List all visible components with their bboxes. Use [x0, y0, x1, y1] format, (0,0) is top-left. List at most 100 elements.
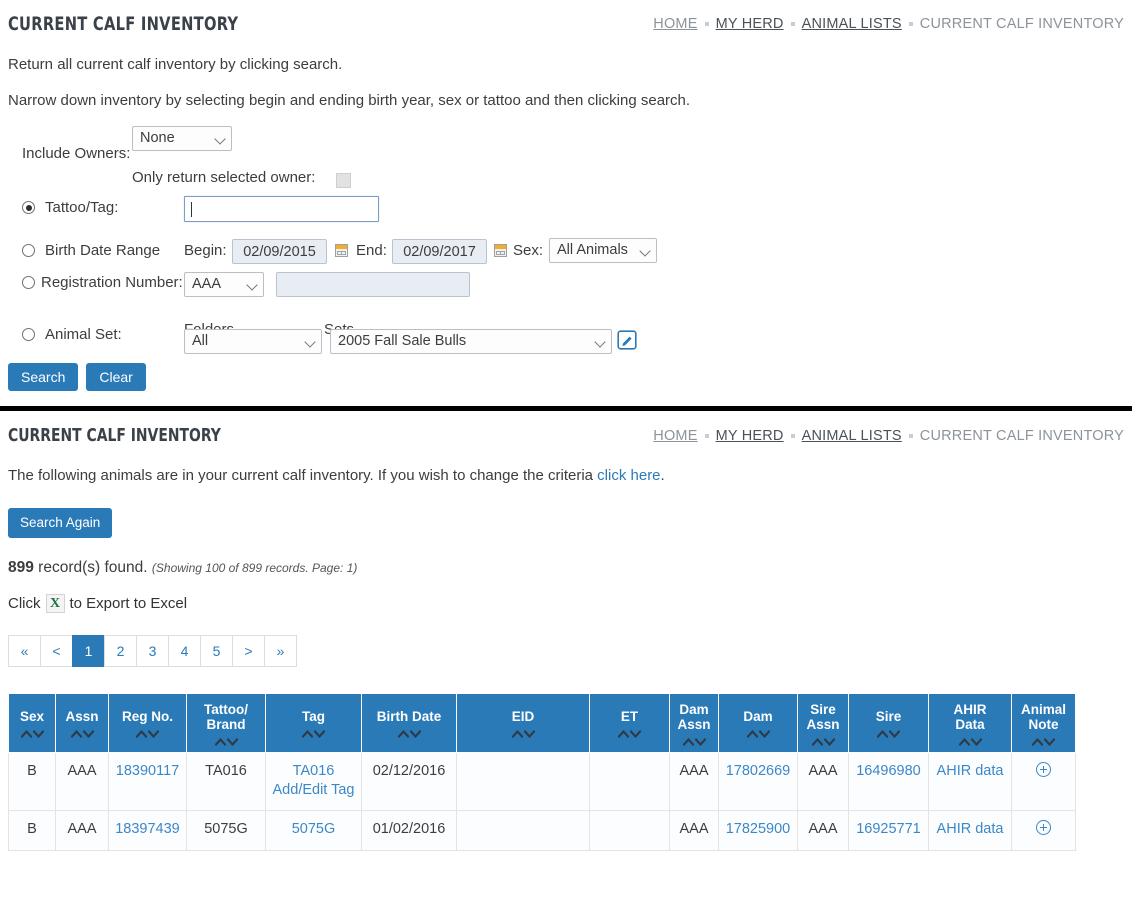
breadcrumb-item-animal-lists[interactable]: ANIMAL LISTS	[802, 428, 902, 444]
column-header-ahir-data[interactable]: AHIR Data	[928, 692, 1012, 753]
sort-arrows-icon[interactable]	[365, 729, 453, 738]
registration-assn-select-wrap: AAA	[184, 272, 264, 297]
cell-sire-assn: AAA	[797, 809, 849, 852]
results-breadcrumb: HOME MY HERD ANIMAL LISTS CURRENT CALF I…	[653, 425, 1124, 444]
tattoo-tag-input[interactable]	[184, 196, 379, 222]
sort-arrows-icon[interactable]	[269, 729, 358, 738]
pagination-page-1[interactable]: 1	[72, 634, 105, 667]
animal-set-radio[interactable]	[22, 328, 35, 341]
text-cursor	[191, 202, 192, 217]
pagination-page-5[interactable]: 5	[200, 634, 233, 667]
registration-number-input[interactable]	[276, 272, 470, 297]
breadcrumb-item-current: CURRENT CALF INVENTORY	[919, 16, 1124, 32]
ahir-data-link[interactable]: AHIR data	[935, 762, 1005, 782]
column-header-birth-date[interactable]: Birth Date	[361, 692, 457, 753]
breadcrumb-separator-icon	[790, 22, 795, 26]
column-label: Sex	[19, 709, 45, 725]
breadcrumb-item-my-herd[interactable]: MY HERD	[716, 428, 784, 444]
change-criteria-link[interactable]: click here	[597, 467, 660, 484]
column-label: ET	[620, 709, 639, 725]
registration-assn-select[interactable]: AAA	[184, 272, 264, 297]
include-owners-select[interactable]: None	[132, 126, 232, 151]
sort-arrows-icon[interactable]	[460, 729, 586, 738]
tag-link[interactable]: 5075G	[272, 820, 355, 840]
add-edit-tag-link[interactable]: Add/Edit Tag	[272, 781, 355, 801]
excel-export-icon[interactable]: X	[45, 593, 65, 613]
sire-link[interactable]: 16496980	[855, 762, 922, 782]
sort-arrows-icon[interactable]	[801, 737, 845, 746]
column-header-dam[interactable]: Dam	[718, 692, 798, 753]
breadcrumb-item-my-herd[interactable]: MY HERD	[716, 16, 784, 32]
pagination-next[interactable]: >	[232, 634, 265, 667]
search-again-button[interactable]: Search Again	[8, 508, 113, 538]
column-header-dam-assn[interactable]: Dam Assn	[669, 692, 719, 753]
sort-arrows-icon[interactable]	[59, 729, 105, 738]
dam-link[interactable]: 17825900	[725, 820, 791, 840]
sets-select[interactable]: 2005 Fall Sale Bulls	[330, 329, 612, 354]
column-header-sex[interactable]: Sex	[8, 692, 56, 753]
sort-arrows-icon[interactable]	[673, 737, 715, 746]
sort-arrows-icon[interactable]	[112, 729, 183, 738]
column-label: Dam	[743, 709, 773, 725]
birth-date-range-radio[interactable]	[22, 244, 35, 257]
column-header-et[interactable]: ET	[589, 692, 670, 753]
record-count-sub: (Showing 100 of 899 records. Page: 1)	[151, 560, 358, 575]
edit-set-icon[interactable]	[617, 330, 637, 350]
breadcrumb-item-animal-lists[interactable]: ANIMAL LISTS	[802, 16, 902, 32]
column-header-tattoo-brand[interactable]: Tattoo/Brand	[186, 692, 266, 753]
sort-arrows-icon[interactable]	[12, 729, 52, 738]
pagination-prev[interactable]: <	[40, 634, 73, 667]
dam-link[interactable]: 17802669	[725, 762, 791, 782]
tattoo-tag-radio[interactable]	[22, 201, 35, 214]
only-selected-owner-checkbox[interactable]	[336, 172, 351, 188]
end-date-input[interactable]: 02/09/2017	[392, 239, 487, 264]
ahir-data-link[interactable]: AHIR data	[935, 820, 1005, 840]
breadcrumb-item-home[interactable]: HOME	[653, 16, 697, 32]
sort-arrows-icon[interactable]	[932, 737, 1008, 746]
cell-dam-assn: AAA	[669, 751, 719, 811]
column-header-animal-note[interactable]: Animal Note	[1011, 692, 1076, 753]
begin-date-input[interactable]: 02/09/2015	[232, 239, 327, 264]
pagination-page-3[interactable]: 3	[136, 634, 169, 667]
reg-no-link[interactable]: 18397439	[115, 820, 180, 840]
breadcrumb-separator-icon	[908, 22, 913, 26]
cell-birth-date: 01/02/2016	[361, 809, 457, 852]
pagination-last[interactable]: »	[264, 634, 297, 667]
sort-arrows-icon[interactable]	[852, 729, 925, 738]
plus-circle-icon[interactable]	[1036, 761, 1051, 777]
column-header-reg-no[interactable]: Reg No.	[108, 692, 187, 753]
cell-sire: 16925771	[848, 809, 929, 852]
page-title: CURRENT CALF INVENTORY	[8, 13, 239, 35]
column-header-eid[interactable]: EID	[456, 692, 590, 753]
results-panel: CURRENT CALF INVENTORY HOME MY HERD ANIM…	[0, 411, 1132, 852]
column-label: Sire Assn	[806, 701, 840, 733]
plus-circle-icon[interactable]	[1036, 819, 1051, 835]
sort-arrows-icon[interactable]	[593, 729, 666, 738]
tag-link[interactable]: TA016	[272, 762, 355, 782]
reg-no-link[interactable]: 18390117	[115, 762, 180, 782]
calendar-icon[interactable]	[335, 244, 348, 257]
column-header-assn[interactable]: Assn	[55, 692, 109, 753]
column-header-sire[interactable]: Sire	[848, 692, 929, 753]
registration-number-radio[interactable]	[22, 276, 35, 289]
pagination-first[interactable]: «	[8, 634, 41, 667]
search-button[interactable]: Search	[8, 363, 79, 391]
pagination-page-2[interactable]: 2	[104, 634, 137, 667]
registration-number-label: Registration Number:	[41, 274, 183, 291]
cell-animal-note	[1011, 751, 1076, 811]
breadcrumb-item-home[interactable]: HOME	[653, 428, 697, 444]
sort-arrows-icon[interactable]	[722, 729, 794, 738]
column-header-tag[interactable]: Tag	[265, 692, 362, 753]
calendar-icon[interactable]	[494, 244, 507, 257]
sort-arrows-icon[interactable]	[190, 737, 262, 746]
breadcrumb-separator-icon	[704, 22, 709, 26]
include-owners-label: Include Owners:	[22, 145, 131, 162]
sex-select[interactable]: All Animals	[549, 238, 657, 263]
pagination-page-4[interactable]: 4	[168, 634, 201, 667]
sire-link[interactable]: 16925771	[855, 820, 922, 840]
clear-button[interactable]: Clear	[86, 363, 146, 391]
search-panel: CURRENT CALF INVENTORY HOME MY HERD ANIM…	[0, 0, 1132, 411]
column-header-sire-assn[interactable]: Sire Assn	[797, 692, 849, 753]
sort-arrows-icon[interactable]	[1015, 737, 1072, 746]
folders-select[interactable]: All	[184, 329, 322, 354]
